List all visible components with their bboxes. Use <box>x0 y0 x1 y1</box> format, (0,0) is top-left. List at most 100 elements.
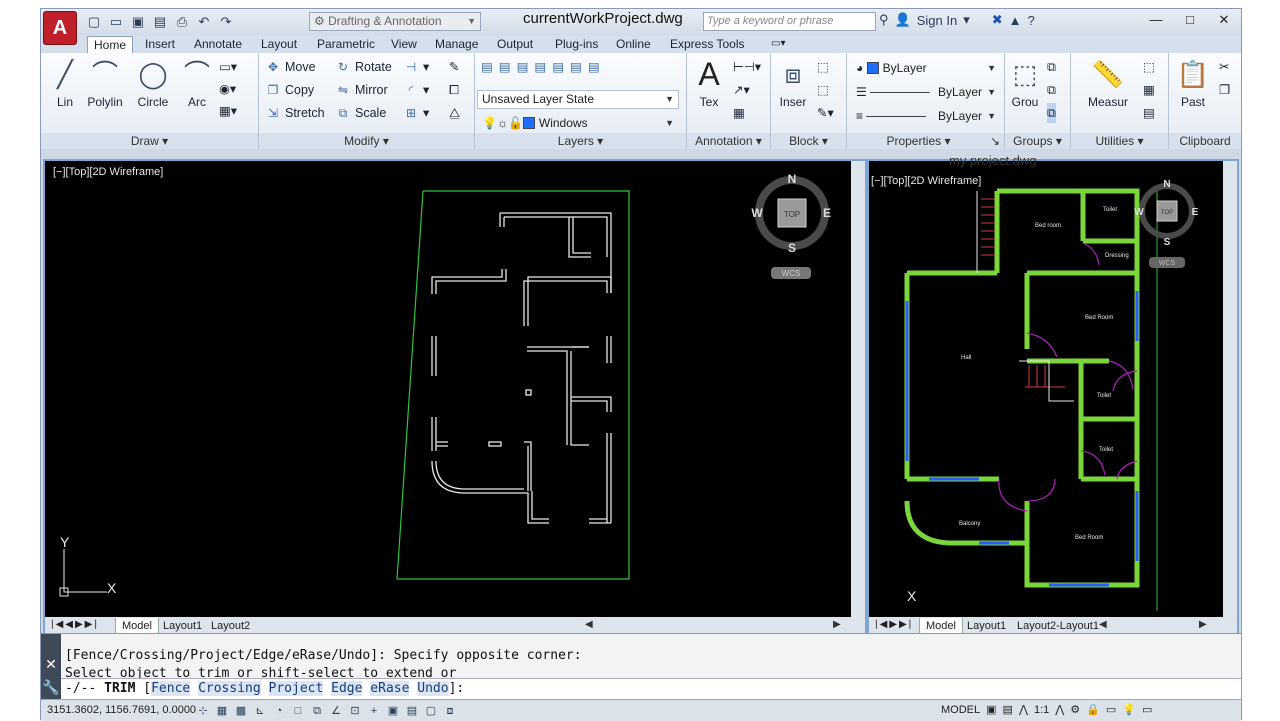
ducs-icon[interactable]: ⊡ <box>347 702 363 718</box>
layer-tools-icons[interactable]: ▤▤▤▤▤▤▤ <box>481 57 606 77</box>
mirror-button[interactable]: ⇋ Mirror <box>335 80 388 100</box>
viewcube[interactable]: TOP N S E W WCS <box>751 172 831 279</box>
drawing-canvas[interactable]: Y X TOP N S E W WCS <box>45 161 849 619</box>
annotation-scale-value[interactable]: 1:1 <box>1034 704 1049 716</box>
clean-screen-icon[interactable]: ▭ <box>1142 703 1152 716</box>
application-menu-button[interactable]: A <box>43 11 77 45</box>
binoculars-icon[interactable]: ⚲ <box>879 12 889 28</box>
close-icon[interactable]: ✕ <box>41 656 61 673</box>
plot-icon[interactable]: ⎙ <box>173 13 191 31</box>
option-fence[interactable]: Fence <box>151 681 191 696</box>
isolate-objects-icon[interactable]: 💡 <box>1122 703 1136 716</box>
drawing-window-my-project[interactable]: my project.dwg [−][Top][2D Wireframe] Be… <box>867 153 1239 637</box>
lineweight-toggle-icon[interactable]: ▣ <box>385 702 401 718</box>
rectangle-icon[interactable]: ▭▾ <box>219 57 237 77</box>
viewcube-north[interactable]: N <box>788 172 797 186</box>
quick-properties-icon[interactable]: ▢ <box>423 702 439 718</box>
clipboard-panel-title[interactable]: Clipboard <box>1169 133 1241 149</box>
lineweight-dropdown[interactable]: ≡ ─────── ByLayer ▼ <box>851 107 1001 126</box>
stretch-button[interactable]: ⇲ Stretch <box>265 103 325 123</box>
modify-panel-title[interactable]: Modify ▾ <box>259 133 474 149</box>
rotate-button[interactable]: ↻ Rotate <box>335 57 392 77</box>
new-file-icon[interactable]: ▢ <box>85 13 103 31</box>
layers-panel-title[interactable]: Layers ▾ <box>475 133 686 149</box>
scale-button[interactable]: ⧉ Scale <box>335 103 387 123</box>
linetype-dropdown[interactable]: ☰ ─────── ByLayer ▼ <box>851 83 1001 102</box>
layer-dropdown[interactable]: 💡☼🔓 Windows ▼ <box>477 114 679 133</box>
paste-button[interactable]: 📋 Past <box>1171 57 1215 109</box>
search-input[interactable]: Type a keyword or phrase <box>703 12 876 31</box>
explode-icon[interactable]: ⧠ <box>449 80 459 100</box>
tab-layout1[interactable]: Layout1 <box>961 618 1012 634</box>
grid-display-icon[interactable]: ▩ <box>233 702 249 718</box>
triangle-icon[interactable]: ▲ <box>1009 13 1022 28</box>
offset-icon[interactable]: ⧋ <box>449 103 460 123</box>
tab-home[interactable]: Home <box>87 36 134 53</box>
dynamic-input-icon[interactable]: + <box>366 702 382 718</box>
viewcube-west[interactable]: W <box>1134 207 1144 218</box>
color-dropdown[interactable]: ◕ ByLayer ▼ <box>851 59 1001 78</box>
group-selection-icon[interactable]: ⧉ <box>1047 103 1056 123</box>
viewcube-east[interactable]: E <box>823 206 831 220</box>
help-icon[interactable]: ? <box>1028 13 1035 28</box>
lock-icon[interactable]: 🔒 <box>1086 703 1100 716</box>
trim-icon[interactable]: ⊣ ▾ <box>403 57 430 77</box>
attribute-icon[interactable]: ✎▾ <box>817 103 834 123</box>
tab-plug-ins[interactable]: Plug-ins <box>549 36 604 53</box>
option-crossing[interactable]: Crossing <box>198 681 261 696</box>
ortho-mode-icon[interactable]: ⊾ <box>252 702 268 718</box>
tab-express-tools[interactable]: Express Tools <box>664 36 750 53</box>
coordinate-display[interactable]: 3151.3602, 1156.7691, 0.0000 <box>47 704 196 716</box>
line-button[interactable]: ╱ Lin <box>43 57 87 109</box>
fillet-icon[interactable]: ◜ ▾ <box>403 80 430 100</box>
open-file-icon[interactable]: ▭ <box>107 13 125 31</box>
id-point-icon[interactable]: ▤ <box>1143 103 1155 123</box>
drawing-window-current[interactable]: [−][Top][2D Wireframe] Y X TOP N S E W W… <box>43 159 867 637</box>
viewcube-east[interactable]: E <box>1192 207 1199 218</box>
workspace-switching-icon[interactable]: ⚙ <box>1070 703 1080 716</box>
copy-clip-icon[interactable]: ❐ <box>1219 80 1230 100</box>
polar-tracking-icon[interactable]: ◔ <box>271 702 287 718</box>
hatch-icon[interactable]: ◉▾ <box>219 79 236 99</box>
tab-layout1[interactable]: Layout1 <box>157 618 208 634</box>
draw-panel-title[interactable]: Draw ▾ <box>41 133 258 149</box>
edit-block-icon[interactable]: ⬚ <box>817 80 829 100</box>
wcs-menu[interactable]: WCS <box>782 269 801 278</box>
table-icon[interactable]: ▦ <box>733 103 745 123</box>
wrench-icon[interactable]: 🔧 <box>41 679 61 696</box>
viewcube-north[interactable]: N <box>1163 179 1170 190</box>
annotation-visibility-icon[interactable]: ⋀ <box>1055 703 1064 716</box>
text-button[interactable]: A Tex <box>687 57 731 109</box>
save-icon[interactable]: ▣ <box>129 13 147 31</box>
region-icon[interactable]: ▦▾ <box>219 101 237 121</box>
properties-panel-title[interactable]: Properties ▾ ↘ <box>847 133 1004 149</box>
quick-view-drawings-icon[interactable]: ▤ <box>1003 703 1013 716</box>
object-snap-icon[interactable]: □ <box>290 702 306 718</box>
cut-icon[interactable]: ✂ <box>1219 57 1229 77</box>
model-space-button[interactable]: MODEL <box>941 704 980 716</box>
block-panel-title[interactable]: Block ▾ <box>771 133 846 149</box>
tab-view[interactable]: View <box>385 36 423 53</box>
quick-select-icon[interactable]: ⬚ <box>1143 57 1155 77</box>
arc-button[interactable]: ⌒ Arc <box>175 57 219 109</box>
ribbon-minimize-icon[interactable]: ▭▾ <box>765 36 791 53</box>
tab-navigation-arrows[interactable]: |◀◀▶▶| <box>51 619 99 630</box>
floor-plan-canvas[interactable]: Bed room Toilet Dressing Bed Room Hall T… <box>869 161 1225 619</box>
osnap-tracking-icon[interactable]: ∠ <box>328 702 344 718</box>
erase-icon[interactable]: ✎ <box>449 57 459 77</box>
create-block-icon[interactable]: ⬚ <box>817 57 829 77</box>
groups-panel-title[interactable]: Groups ▾ <box>1005 133 1070 149</box>
tab-insert[interactable]: Insert <box>139 36 181 53</box>
snap-mode-icon[interactable]: ▦ <box>214 702 230 718</box>
close-icon[interactable]: ✕ <box>1207 9 1241 31</box>
tab-model[interactable]: Model <box>115 618 159 634</box>
tab-model[interactable]: Model <box>919 618 963 634</box>
scroll-left-arrow[interactable]: ◀ <box>1099 619 1107 630</box>
minimize-icon[interactable]: — <box>1139 9 1173 31</box>
redo-icon[interactable]: ↷ <box>217 13 235 31</box>
maximize-icon[interactable]: □ <box>1173 9 1207 31</box>
viewcube-top[interactable]: TOP <box>784 210 800 219</box>
transparency-icon[interactable]: ▤ <box>404 702 420 718</box>
move-button[interactable]: ✥ Move <box>265 57 316 77</box>
exchange-icon[interactable]: ✖ <box>992 12 1003 28</box>
